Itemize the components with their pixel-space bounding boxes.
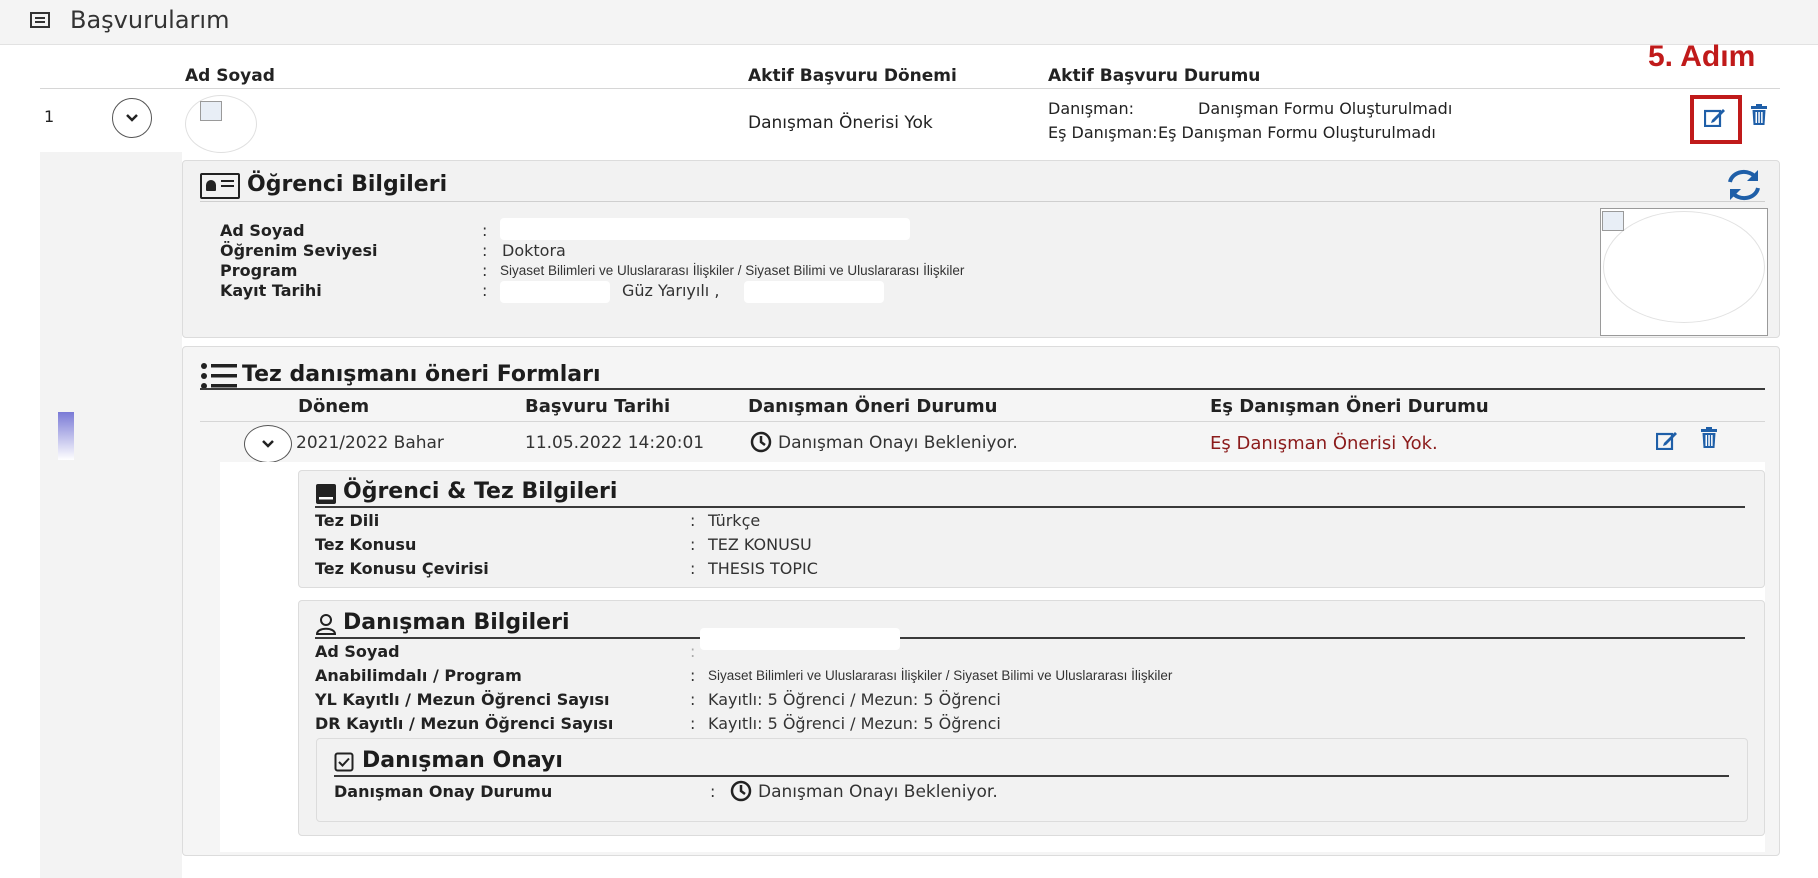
clock-icon bbox=[750, 431, 772, 457]
field-label: Ad Soyad bbox=[220, 221, 305, 240]
expand-button[interactable] bbox=[244, 425, 292, 463]
decor-mark bbox=[58, 412, 74, 460]
divider bbox=[40, 88, 1780, 89]
field-label: Program bbox=[220, 261, 298, 280]
col-aktif-donem: Aktif Başvuru Dönemi bbox=[748, 66, 957, 86]
name-hidden bbox=[270, 100, 570, 140]
aktif-donem-value: Danışman Önerisi Yok bbox=[748, 113, 933, 133]
divider bbox=[200, 421, 1765, 422]
kayit-tarihi-value: Güz Yarıyılı , bbox=[622, 281, 720, 300]
tez-formlari-title: Tez danışmanı öneri Formları bbox=[242, 362, 601, 387]
field-label: Anabilimdalı / Program bbox=[315, 666, 522, 685]
field-sep: : bbox=[482, 221, 488, 240]
user-icon bbox=[315, 613, 337, 639]
danisman-onayi-title: Danışman Onayı bbox=[362, 748, 563, 773]
edit-icon bbox=[1655, 432, 1677, 451]
student-photo bbox=[1600, 208, 1768, 336]
date-hidden bbox=[744, 281, 884, 303]
tez-ceviri-value: THESIS TOPIC bbox=[708, 559, 818, 578]
expand-button[interactable] bbox=[112, 98, 152, 138]
divider bbox=[200, 201, 1765, 202]
col-es-danisman-oneri: Eş Danışman Öneri Durumu bbox=[1210, 396, 1489, 417]
tez-konusu-value: TEZ KONUSU bbox=[708, 535, 812, 554]
tez-dili-value: Türkçe bbox=[708, 511, 761, 530]
field-sep: : bbox=[690, 511, 696, 530]
danisman-bilgileri-title: Danışman Bilgileri bbox=[343, 610, 570, 635]
page-header bbox=[0, 0, 1818, 45]
field-label: DR Kayıtlı / Mezun Öğrenci Sayısı bbox=[315, 714, 614, 733]
es-danisman-value: Eş Danışman Formu Oluşturulmadı bbox=[1158, 123, 1436, 142]
field-label: Danışman Onay Durumu bbox=[334, 782, 553, 801]
danisman-value: Danışman Formu Oluşturulmadı bbox=[1198, 99, 1453, 118]
row-index: 1 bbox=[44, 107, 55, 126]
form-es-durum: Eş Danışman Önerisi Yok. bbox=[1210, 433, 1438, 454]
field-sep: : bbox=[690, 559, 696, 578]
col-ad-soyad: Ad Soyad bbox=[185, 66, 275, 86]
field-label: Tez Konusu bbox=[315, 535, 417, 554]
col-donem: Dönem bbox=[298, 396, 370, 417]
yl-sayi-value: Kayıtlı: 5 Öğrenci / Mezun: 5 Öğrenci bbox=[708, 690, 1001, 709]
field-label: Tez Konusu Çevirisi bbox=[315, 559, 489, 578]
divider bbox=[334, 775, 1729, 777]
checkbox-icon bbox=[334, 752, 354, 776]
field-label: Öğrenim Seviyesi bbox=[220, 241, 378, 260]
edit-button[interactable] bbox=[1703, 107, 1726, 131]
field-sep: : bbox=[482, 241, 488, 260]
trash-icon bbox=[1701, 427, 1717, 448]
field-sep: : bbox=[690, 535, 696, 554]
field-label: Tez Dili bbox=[315, 511, 380, 530]
field-sep: : bbox=[482, 261, 488, 280]
name-hidden bbox=[700, 628, 900, 650]
field-sep: : bbox=[710, 782, 716, 801]
delete-button[interactable] bbox=[1750, 104, 1768, 130]
page-title: Başvurularım bbox=[70, 6, 230, 34]
list-icon bbox=[30, 12, 50, 28]
broken-image-icon bbox=[200, 101, 222, 121]
field-label: YL Kayıtlı / Mezun Öğrenci Sayısı bbox=[315, 690, 610, 709]
broken-image-icon bbox=[1602, 211, 1624, 231]
id-card-icon bbox=[200, 173, 240, 199]
clock-icon bbox=[730, 780, 752, 806]
ogrenci-tez-title: Öğrenci & Tez Bilgileri bbox=[343, 479, 618, 504]
divider bbox=[200, 388, 1765, 390]
trash-icon bbox=[1751, 104, 1767, 125]
form-danisman-durum: Danışman Onayı Bekleniyor. bbox=[778, 433, 1018, 453]
danisman-label: Danışman: bbox=[1048, 99, 1134, 118]
dr-sayi-value: Kayıtlı: 5 Öğrenci / Mezun: 5 Öğrenci bbox=[708, 714, 1001, 733]
divider bbox=[315, 506, 1745, 508]
edit-icon bbox=[1703, 109, 1725, 128]
field-sep: : bbox=[690, 690, 696, 709]
divider bbox=[315, 637, 1745, 639]
chevron-down-icon bbox=[126, 114, 138, 122]
edit-button[interactable] bbox=[1655, 430, 1678, 454]
field-label: Ad Soyad bbox=[315, 642, 400, 661]
col-basvuru-tarihi: Başvuru Tarihi bbox=[525, 396, 671, 417]
anabilimdali-value: Siyaset Bilimleri ve Uluslararası İlişki… bbox=[708, 668, 1173, 683]
col-danisman-oneri: Danışman Öneri Durumu bbox=[748, 396, 998, 417]
ogrenim-seviyesi-value: Doktora bbox=[502, 241, 566, 260]
field-sep: : bbox=[482, 281, 488, 300]
step-annotation: 5. Adım bbox=[1648, 40, 1756, 73]
delete-button[interactable] bbox=[1700, 427, 1718, 453]
es-danisman-label: Eş Danışman: bbox=[1048, 123, 1158, 142]
chevron-down-icon bbox=[262, 440, 274, 448]
field-sep: : bbox=[690, 714, 696, 733]
ogrenci-bilgileri-title: Öğrenci Bilgileri bbox=[247, 172, 448, 197]
form-tarih: 11.05.2022 14:20:01 bbox=[525, 433, 705, 453]
field-label: Kayıt Tarihi bbox=[220, 281, 322, 300]
field-sep: : bbox=[690, 666, 696, 685]
field-sep: : bbox=[690, 642, 696, 661]
row-detail-gutter bbox=[40, 152, 182, 878]
date-hidden bbox=[500, 281, 610, 303]
refresh-icon bbox=[1728, 169, 1760, 201]
name-hidden bbox=[500, 218, 910, 240]
program-value: Siyaset Bilimleri ve Uluslararası İlişki… bbox=[500, 263, 965, 278]
form-donem: 2021/2022 Bahar bbox=[296, 433, 444, 453]
onay-durum-value: Danışman Onayı Bekleniyor. bbox=[758, 782, 998, 802]
col-aktif-durum: Aktif Başvuru Durumu bbox=[1048, 66, 1261, 86]
